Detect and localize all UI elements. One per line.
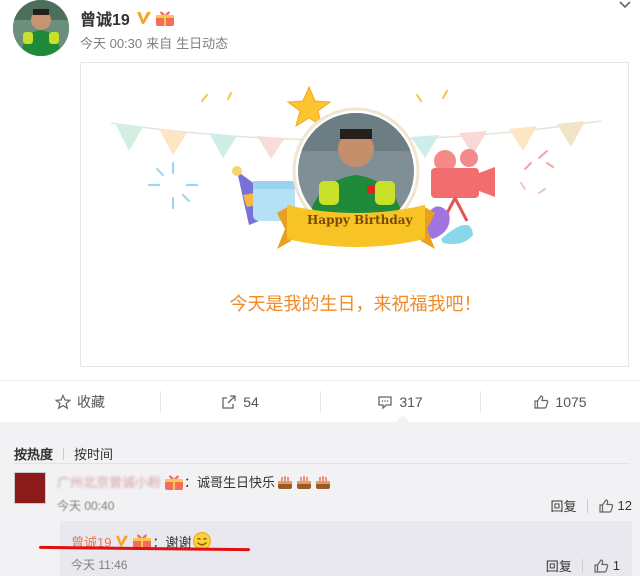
like-button[interactable]: 1075 <box>480 381 640 423</box>
action-divider <box>581 558 583 573</box>
like-count: 1075 <box>555 393 587 410</box>
action-divider <box>586 498 588 513</box>
reply-button[interactable]: 回复 <box>551 496 577 515</box>
reply-actions: 回复 1 <box>546 556 620 575</box>
birthday-badge-icon <box>155 11 174 26</box>
like-icon <box>534 394 549 409</box>
reply-like-button[interactable]: 1 <box>593 558 620 574</box>
comment-icon <box>378 395 392 410</box>
star-outline-icon <box>55 393 71 409</box>
comment-text: ：诚哥生日快乐 <box>184 475 276 490</box>
chevron-down-icon[interactable] <box>616 0 634 14</box>
like-icon <box>594 558 608 573</box>
reply-like-count: 1 <box>612 558 620 573</box>
favorite-label: 收藏 <box>77 393 105 410</box>
happy-birthday-banner: Happy Birthday <box>307 213 413 227</box>
birthday-badge-icon <box>165 475 184 490</box>
comment-count: 317 <box>399 393 423 410</box>
comment-sort: 按热度 按时间 <box>14 444 113 463</box>
post-author: 曾诚19 <box>80 6 175 30</box>
comment-like-count: 12 <box>617 498 632 513</box>
comment-time: 今天 00:40 <box>57 499 115 513</box>
sort-by-time[interactable]: 按时间 <box>74 444 113 463</box>
like-icon <box>598 498 613 513</box>
commenter-avatar[interactable] <box>14 472 46 504</box>
card-message: 今天是我的生日，来祝福我吧！ <box>229 294 482 314</box>
post-source[interactable]: 生日动态 <box>176 36 228 51</box>
cake-icon <box>297 475 312 489</box>
comment-like-button[interactable]: 12 <box>598 498 632 514</box>
favorite-button[interactable]: 收藏 <box>0 381 160 423</box>
post-action-bar: 收藏 54 317 1075 <box>0 380 640 422</box>
cake-icon <box>278 475 293 489</box>
reply-time: 今天 11:46 <box>71 558 128 572</box>
author-name[interactable]: 曾诚19 <box>80 6 130 30</box>
comment-divider <box>14 463 630 464</box>
comment-pointer <box>396 415 410 422</box>
source-prefix: 来自 <box>146 36 173 51</box>
commenter-name[interactable]: 广州北京曾诚小粉 <box>57 472 161 491</box>
comment-item: 广州北京曾诚小粉 ：诚哥生日快乐 <box>57 472 332 491</box>
reply-button[interactable]: 回复 <box>546 556 572 575</box>
post-time[interactable]: 今天 00:30 <box>80 36 142 51</box>
repost-count: 54 <box>243 393 259 410</box>
cake-icon <box>316 475 331 489</box>
post-meta: 今天 00:30 来自 生日动态 <box>80 33 232 52</box>
author-avatar[interactable] <box>13 0 69 56</box>
sort-by-hot[interactable]: 按热度 <box>14 444 53 463</box>
birthday-card[interactable]: Happy Birthday 今天是我的生日，来祝福我吧！ <box>80 62 629 367</box>
verified-icon <box>136 12 151 24</box>
repost-button[interactable]: 54 <box>160 381 320 423</box>
repost-icon <box>222 394 236 409</box>
sort-divider <box>63 447 65 460</box>
comment-actions: 回复 12 <box>551 496 632 515</box>
